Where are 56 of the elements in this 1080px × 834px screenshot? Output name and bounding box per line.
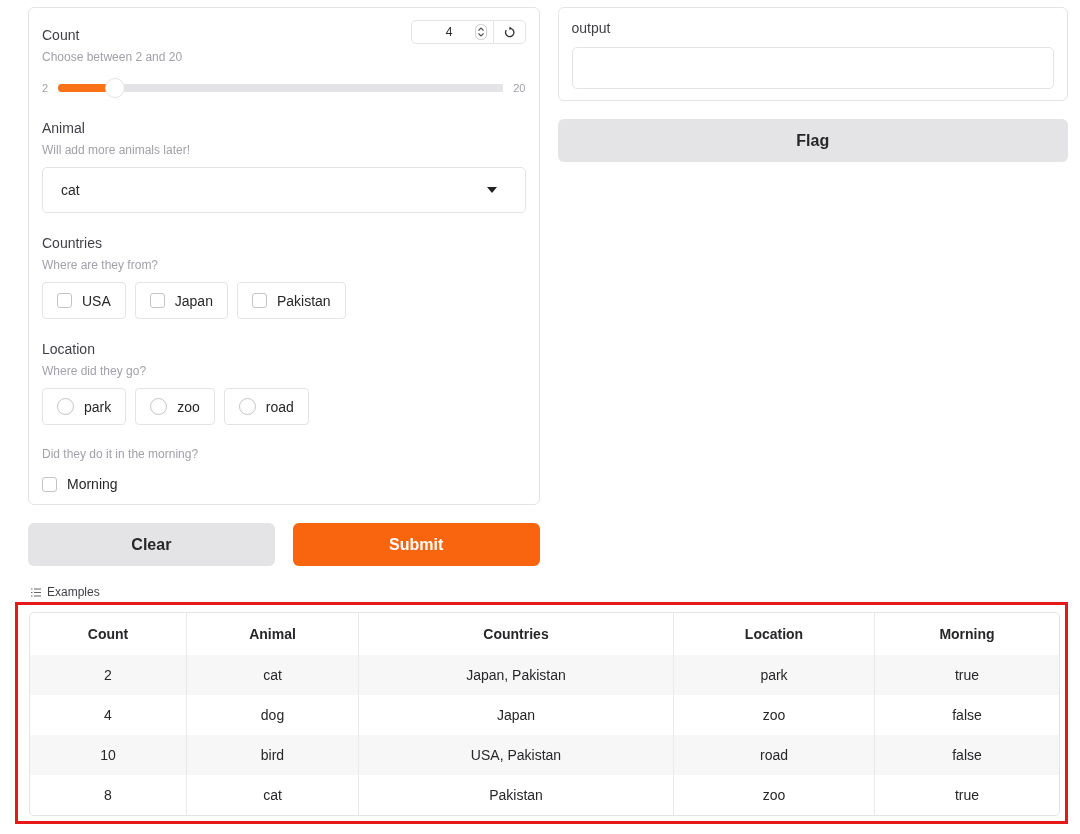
table-cell: cat — [187, 655, 359, 695]
example-row[interactable]: 2 cat Japan, Pakistan park true — [30, 655, 1059, 695]
table-cell: road — [674, 735, 875, 775]
field-label: Location — [42, 341, 96, 357]
slider-min-label: 2 — [42, 82, 49, 94]
table-cell: USA, Pakistan — [359, 735, 674, 775]
example-row[interactable]: 8 cat Pakistan zoo true — [30, 775, 1059, 815]
list-icon — [31, 587, 41, 597]
field-hint: Choose between 2 and 20 — [42, 50, 183, 64]
field-label: Count — [42, 27, 81, 43]
checkbox[interactable] — [149, 293, 165, 308]
dropdown-caret-icon — [486, 187, 497, 193]
table-cell: cat — [187, 775, 359, 815]
field-label: Animal — [42, 120, 86, 136]
column-header: Morning — [938, 625, 996, 644]
table-cell: Pakistan — [359, 775, 674, 815]
table-cell: Japan, Pakistan — [359, 655, 674, 695]
example-row[interactable]: 10 bird USA, Pakistan road false — [30, 735, 1059, 775]
table-cell: 8 — [30, 775, 187, 815]
table-cell-text: true — [953, 666, 981, 685]
checkbox[interactable] — [42, 476, 57, 492]
table-cell: 2 — [30, 655, 187, 695]
slider-max-label: 20 — [513, 82, 526, 94]
field-hint: Where are they from? — [42, 258, 160, 272]
slider-thumb[interactable] — [104, 78, 125, 98]
radio-button[interactable] — [57, 398, 74, 415]
checkbox-option[interactable]: Japan — [134, 282, 228, 319]
clear-button[interactable]: Clear — [28, 523, 275, 566]
checkbox-option[interactable]: Pakistan — [236, 282, 346, 319]
checkbox[interactable] — [251, 293, 267, 308]
flag-button[interactable]: Flag — [557, 119, 1068, 162]
checkbox-option[interactable]: USA — [42, 282, 126, 319]
number-input[interactable]: 4 — [410, 20, 526, 44]
table-cell: park — [674, 655, 875, 695]
field-label: output — [571, 20, 612, 36]
checkbox-label[interactable]: Morning — [67, 476, 118, 492]
table-cell-text: false — [951, 746, 983, 765]
field-hint: Will add more animals later! — [42, 143, 192, 157]
table-cell-text: false — [951, 706, 983, 725]
radio-option[interactable]: road — [223, 388, 309, 425]
radio-option[interactable]: park — [42, 388, 127, 425]
field-hint: Did they do it in the morning? — [42, 447, 200, 461]
field-label: Countries — [42, 235, 103, 251]
reset-icon[interactable] — [502, 25, 516, 39]
checkbox[interactable] — [57, 293, 72, 308]
table-cell-text: true — [953, 786, 981, 805]
radio-button[interactable] — [150, 398, 168, 415]
table-cell: 10 — [30, 735, 187, 775]
animal-dropdown[interactable]: cat — [42, 167, 526, 213]
radio-option[interactable]: zoo — [135, 388, 215, 425]
radio-button[interactable] — [238, 398, 256, 415]
table-cell: bird — [187, 735, 359, 775]
field-hint: Where did they go? — [42, 364, 148, 378]
examples-label: Examples — [47, 585, 100, 599]
table-cell: zoo — [674, 775, 875, 815]
spinner-icon[interactable] — [474, 24, 487, 40]
